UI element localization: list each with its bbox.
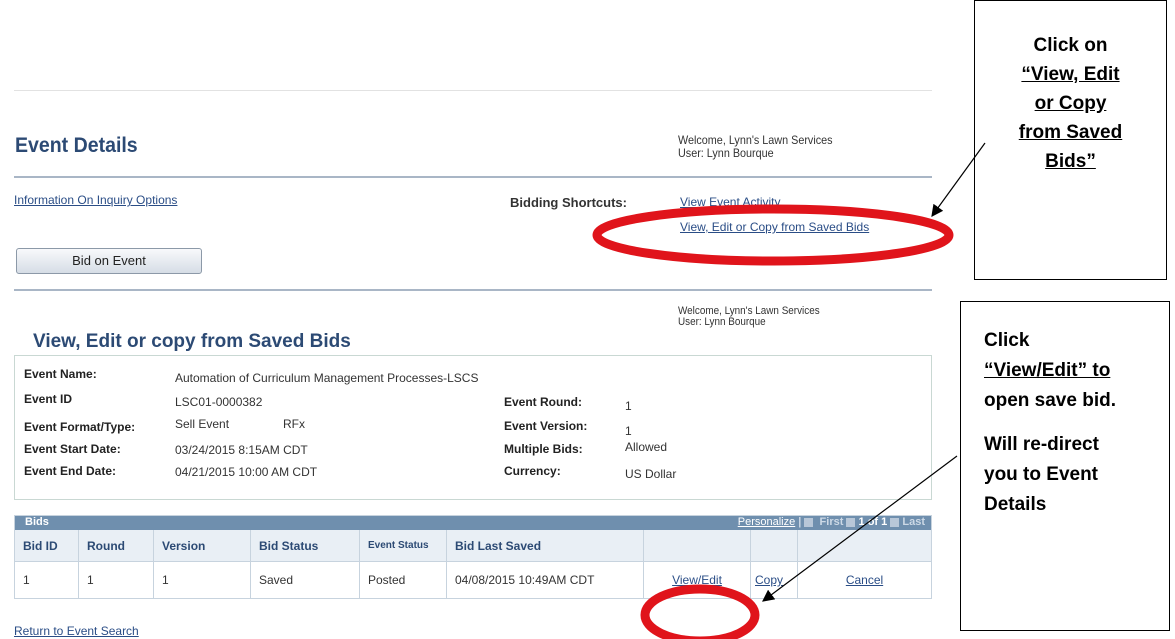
- arrow-to-view-edit: [762, 455, 958, 602]
- highlight-oval-view-edit: [640, 584, 760, 639]
- highlight-oval-saved-bids: [592, 204, 954, 266]
- annotation-overlay: [592, 142, 986, 639]
- arrow-to-saved-bids: [931, 142, 986, 217]
